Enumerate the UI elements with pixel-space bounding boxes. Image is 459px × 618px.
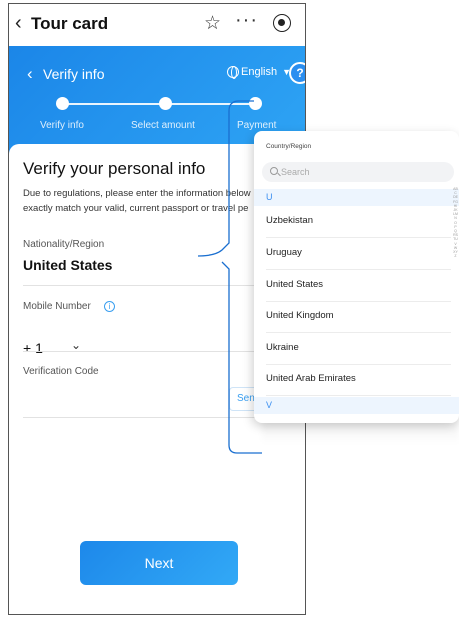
nationality-field[interactable]: United States: [23, 257, 112, 273]
list-item[interactable]: Uzbekistan: [266, 207, 451, 238]
popup-title: Country/Region: [266, 143, 312, 150]
step-label-amount: Select amount: [131, 120, 195, 131]
alphabet-index[interactable]: ABCDEFGHIJKLMNOPQRSTUVWXYZ: [453, 187, 458, 258]
globe-icon: [227, 66, 239, 79]
chevron-down-icon[interactable]: ⌄: [71, 338, 81, 352]
screenshot-stage: ‹ Tour card ☆ ··· ‹ Verify info English …: [0, 0, 459, 618]
close-miniprogram-icon[interactable]: [273, 14, 291, 32]
mobile-label: Mobile Number: [23, 301, 91, 312]
verify-title: Verify info: [43, 66, 105, 82]
language-label: English: [241, 66, 278, 78]
search-input[interactable]: Search: [262, 162, 454, 182]
step-dot-2: [159, 97, 172, 110]
step-dot-1: [56, 97, 69, 110]
help-icon[interactable]: ?: [289, 62, 305, 84]
list-item[interactable]: Uruguay: [266, 239, 451, 270]
star-icon[interactable]: ☆: [204, 12, 221, 35]
search-placeholder: Search: [281, 167, 310, 177]
list-item[interactable]: United States: [266, 271, 451, 302]
search-icon: [270, 167, 278, 175]
more-icon[interactable]: ···: [235, 9, 258, 32]
list-item[interactable]: Ukraine: [266, 334, 451, 365]
section-header-u: U: [254, 189, 459, 206]
back-icon[interactable]: ‹: [15, 13, 22, 33]
verify-back-icon[interactable]: ‹: [27, 64, 33, 84]
language-selector[interactable]: English ▼: [227, 66, 291, 79]
step-dot-3: [249, 97, 262, 110]
verification-label: Verification Code: [23, 366, 99, 377]
step-label-payment: Payment: [237, 120, 277, 131]
country-code-selector[interactable]: + 1: [23, 340, 43, 356]
form-title: Verify your personal info: [23, 159, 206, 178]
next-button[interactable]: Next: [80, 541, 238, 585]
step-label-verify: Verify info: [40, 120, 84, 131]
list-item[interactable]: United Kingdom: [266, 302, 451, 333]
info-icon[interactable]: i: [104, 301, 115, 312]
section-header-v: V: [254, 397, 459, 414]
country-picker-popup: Country/Region Search U Uzbekistan Urugu…: [254, 131, 459, 423]
list-item[interactable]: United Arab Emirates: [266, 365, 451, 396]
title-bar: ‹ Tour card ☆ ···: [9, 4, 305, 46]
nationality-label: Nationality/Region: [23, 239, 105, 250]
page-title: Tour card: [31, 14, 109, 33]
